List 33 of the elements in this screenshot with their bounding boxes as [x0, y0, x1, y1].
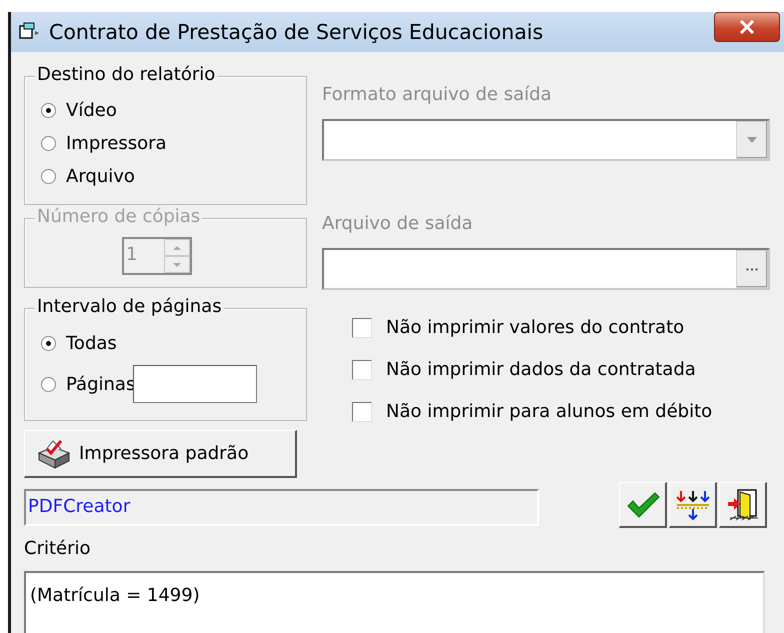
radio-option[interactable]: Impressora	[41, 127, 306, 160]
format-dropdown[interactable]	[322, 119, 770, 161]
close-button[interactable]	[714, 12, 780, 42]
caret-down-icon	[747, 137, 757, 143]
field-label: Formato arquivo de saída	[322, 84, 553, 105]
confirm-button[interactable]	[619, 482, 667, 528]
output-file-field[interactable]	[322, 248, 770, 290]
checkbox-option[interactable]: Não imprimir valores do contrato	[352, 317, 770, 338]
group-title: Número de cópias	[35, 206, 202, 227]
dropdown-button[interactable]	[736, 121, 768, 159]
window-icon	[19, 22, 41, 42]
pages-field[interactable]	[133, 365, 258, 403]
default-printer-button[interactable]: Impressora padrão	[24, 430, 297, 478]
radio-option[interactable]: Páginas	[41, 368, 136, 400]
ellipsis-icon	[746, 268, 758, 270]
radio-option[interactable]: Vídeo	[41, 94, 306, 127]
printer-name-field: PDFCreator	[24, 489, 539, 526]
criteria-field[interactable]: (Matrícula = 1499)	[24, 571, 765, 633]
exit-door-icon	[726, 488, 760, 522]
field-label: Arquivo de saída	[322, 213, 474, 234]
criteria-label: Critério	[24, 538, 92, 559]
checkbox-option[interactable]: Não imprimir dados da contratada	[352, 359, 770, 380]
sort-button[interactable]	[669, 482, 717, 528]
exit-button[interactable]	[719, 482, 767, 528]
group-title: Intervalo de páginas	[35, 296, 224, 317]
window-title: Contrato de Prestação de Serviços Educacionais	[49, 20, 544, 44]
checkbox-option[interactable]: Não imprimir para alunos em débito	[352, 401, 770, 422]
browse-button[interactable]	[736, 250, 768, 288]
radio-option[interactable]: Todas	[41, 326, 117, 360]
close-icon	[739, 20, 755, 34]
checkmark-icon	[626, 490, 660, 520]
radio-option[interactable]: Arquivo	[41, 160, 306, 193]
arrows-icon	[674, 488, 710, 520]
